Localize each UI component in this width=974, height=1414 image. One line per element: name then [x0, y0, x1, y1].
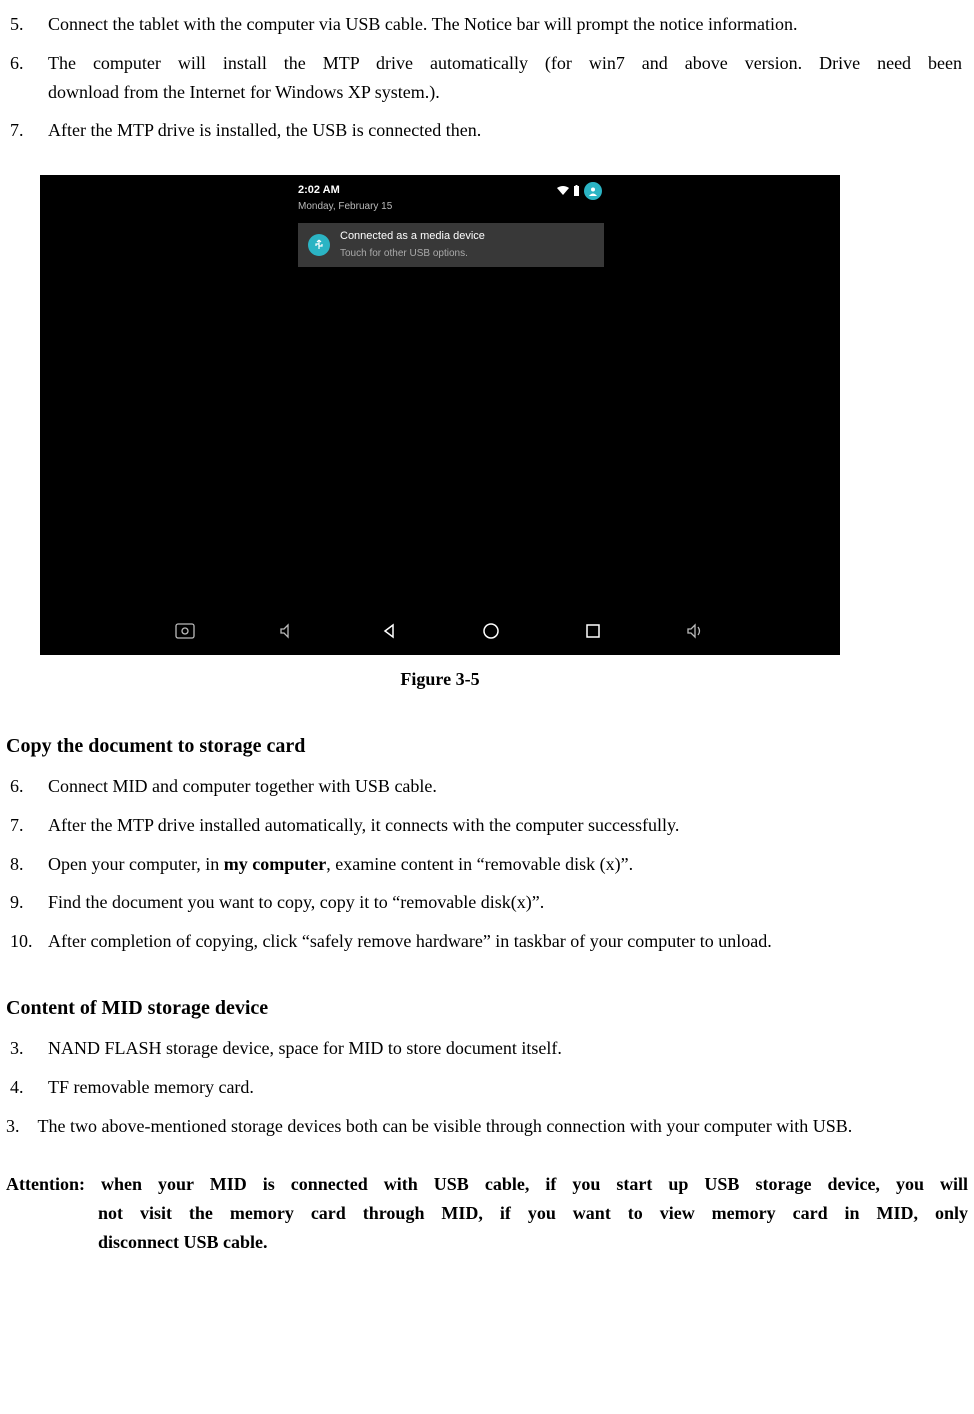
list-number: 7.: [6, 811, 48, 840]
navigation-bar: [40, 607, 840, 655]
list-number: 10.: [6, 927, 48, 956]
list-item: 4. TF removable memory card.: [0, 1073, 974, 1102]
list-number: 6.: [6, 772, 48, 801]
list-text: TF removable memory card.: [48, 1073, 968, 1102]
list-text: Open your computer, in my computer, exam…: [48, 850, 968, 879]
list-item: 7. After the MTP drive is installed, the…: [0, 116, 974, 145]
user-avatar-icon: [584, 182, 602, 200]
attention-line: not visit the memory card through MID, i…: [6, 1199, 968, 1228]
status-bar: 2:02 AM: [298, 181, 602, 201]
usb-icon: [308, 234, 330, 256]
figure-block: 2:02 AM Monday, February 15 Connected as…: [40, 175, 974, 694]
attention-line: disconnect USB cable.: [6, 1228, 968, 1257]
list-text: After the MTP drive is installed, the US…: [48, 116, 968, 145]
list-item: 6. The computer will install the MTP dri…: [0, 49, 974, 107]
list-number: 6.: [6, 49, 48, 107]
text-run: Open your computer, in: [48, 854, 224, 874]
list-item: 9. Find the document you want to copy, c…: [0, 888, 974, 917]
list-text: Connect MID and computer together with U…: [48, 772, 968, 801]
bold-text: my computer: [224, 854, 326, 874]
list-text-line: The computer will install the MTP drive …: [48, 49, 962, 78]
list-item: 8. Open your computer, in my computer, e…: [0, 850, 974, 879]
status-date: Monday, February 15: [298, 199, 392, 215]
volume-down-nav-icon[interactable]: [276, 620, 298, 642]
notification-card[interactable]: Connected as a media device Touch for ot…: [298, 223, 604, 267]
notification-title: Connected as a media device: [340, 228, 594, 246]
battery-icon: [573, 185, 580, 197]
attention-line: Attention: when your MID is connected wi…: [6, 1170, 968, 1199]
paragraph: 3. The two above-mentioned storage devic…: [0, 1112, 974, 1141]
list-number: 9.: [6, 888, 48, 917]
figure-caption: Figure 3-5: [40, 665, 840, 694]
list-text: Connect the tablet with the computer via…: [48, 10, 968, 39]
status-time: 2:02 AM: [298, 182, 340, 200]
list-item: 3. NAND FLASH storage device, space for …: [0, 1034, 974, 1063]
notification-text: Connected as a media device Touch for ot…: [340, 228, 594, 262]
list-text: After the MTP drive installed automatica…: [48, 811, 968, 840]
section-title-content: Content of MID storage device: [0, 992, 974, 1024]
screenshot-nav-icon[interactable]: [174, 620, 196, 642]
list-number: 5.: [6, 10, 48, 39]
list-text: The computer will install the MTP drive …: [48, 49, 968, 107]
list-number: 7.: [6, 116, 48, 145]
notification-subtitle: Touch for other USB options.: [340, 246, 594, 262]
back-nav-icon[interactable]: [378, 620, 400, 642]
text-run: , examine content in “removable disk (x)…: [326, 854, 633, 874]
list-text: NAND FLASH storage device, space for MID…: [48, 1034, 968, 1063]
home-nav-icon[interactable]: [480, 620, 502, 642]
list-item: 5. Connect the tablet with the computer …: [0, 10, 974, 39]
volume-up-nav-icon[interactable]: [684, 620, 706, 642]
list-item: 7. After the MTP drive installed automat…: [0, 811, 974, 840]
list-item: 6. Connect MID and computer together wit…: [0, 772, 974, 801]
attention-block: Attention: when your MID is connected wi…: [0, 1170, 974, 1256]
list-text: Find the document you want to copy, copy…: [48, 888, 968, 917]
wifi-icon: [557, 186, 569, 196]
tablet-screenshot: 2:02 AM Monday, February 15 Connected as…: [40, 175, 840, 655]
status-icons: [557, 182, 602, 200]
section-title-copy: Copy the document to storage card: [0, 730, 974, 762]
recent-nav-icon[interactable]: [582, 620, 604, 642]
list-text: After completion of copying, click “safe…: [48, 927, 968, 956]
list-item: 10. After completion of copying, click “…: [0, 927, 974, 956]
list-number: 3.: [6, 1034, 48, 1063]
list-number: 4.: [6, 1073, 48, 1102]
list-text-line: download from the Internet for Windows X…: [48, 78, 962, 107]
list-number: 8.: [6, 850, 48, 879]
